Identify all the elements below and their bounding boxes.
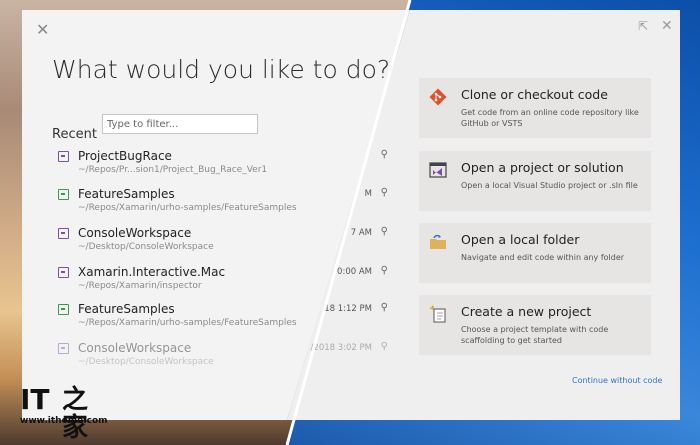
solution-icon	[58, 343, 69, 354]
pin-icon[interactable]: ⚲	[381, 302, 388, 313]
recent-item[interactable]: ProjectBugRace ~/Repos/Pr...sion1/Projec…	[58, 149, 388, 187]
pin-icon[interactable]: ⚲	[381, 341, 388, 352]
recent-item-name: Xamarin.Interactive.Mac	[78, 265, 226, 279]
action-open-folder[interactable]: Open a local folder Navigate and edit co…	[419, 223, 651, 283]
recent-item-time: 18 1:12 PM	[324, 304, 372, 314]
recent-item-path: ~/Desktop/ConsoleWorkspace	[78, 242, 214, 252]
recent-item-name: FeatureSamples	[78, 187, 175, 201]
pin-window-icon[interactable]: ⇱	[638, 19, 648, 33]
folder-icon	[430, 234, 446, 249]
recent-label: Recent	[52, 127, 97, 142]
pin-icon[interactable]: ⚲	[381, 226, 388, 237]
action-title: Open a local folder	[461, 232, 580, 247]
watermark-logo-text: IT	[20, 383, 50, 416]
filter-input[interactable]	[102, 114, 258, 134]
recent-item-time: 0:00 AM	[337, 267, 372, 277]
recent-item-name: ConsoleWorkspace	[78, 341, 192, 355]
recent-item-time: 7 AM	[350, 228, 372, 238]
project-icon	[58, 189, 69, 200]
action-description: Open a local Visual Studio project or .s…	[461, 181, 638, 190]
solution-icon	[58, 228, 69, 239]
recent-item-time: /2018 3:02 PM	[310, 343, 372, 353]
action-title: Open a project or solution	[461, 160, 624, 175]
recent-item[interactable]: FeatureSamples ~/Repos/Xamarin/urho-samp…	[58, 187, 388, 225]
action-description: Navigate and edit code within any folder	[461, 253, 625, 262]
recent-item[interactable]: ConsoleWorkspace ~/Desktop/ConsoleWorksp…	[58, 341, 388, 379]
recent-item-path: ~/Repos/Xamarin/urho-samples/FeatureSamp…	[78, 203, 297, 213]
action-clone-code[interactable]: Clone or checkout code Get code from an …	[419, 78, 651, 138]
pin-icon[interactable]: ⚲	[381, 265, 388, 276]
solution-icon	[58, 267, 69, 278]
project-icon	[58, 304, 69, 315]
recent-item-name: FeatureSamples	[78, 302, 175, 316]
action-create-project[interactable]: Create a new project Choose a project te…	[419, 295, 651, 355]
recent-item-name: ConsoleWorkspace	[78, 226, 192, 240]
new-project-icon	[429, 305, 446, 323]
pin-icon[interactable]: ⚲	[381, 187, 388, 198]
recent-item-path: ~/Desktop/ConsoleWorkspace	[78, 357, 214, 367]
pin-icon[interactable]: ⚲	[381, 149, 388, 160]
action-open-project[interactable]: Open a project or solution Open a local …	[419, 151, 651, 211]
action-description: Choose a project template with code scaf…	[461, 325, 609, 345]
page-title: What would you like to do?	[52, 55, 391, 84]
recent-item-path: ~/Repos/Pr...sion1/Project_Bug_Race_Ver1	[78, 165, 268, 175]
continue-without-code-link[interactable]: Continue without code	[572, 376, 662, 385]
window-close-icon[interactable]: ✕	[661, 18, 673, 34]
recent-item-path: ~/Repos/Xamarin/urho-samples/FeatureSamp…	[78, 318, 297, 328]
visual-studio-icon	[429, 162, 447, 178]
recent-item[interactable]: ConsoleWorkspace ~/Desktop/ConsoleWorksp…	[58, 226, 388, 264]
solution-icon	[58, 151, 69, 162]
recent-item-path: ~/Repos/Xamarin/inspector	[78, 281, 202, 291]
recent-item-name: ProjectBugRace	[78, 149, 172, 163]
start-window: ✕ ⇱ ✕ What would you like to do? Recent …	[22, 10, 680, 420]
action-description: Get code from an online code repository …	[461, 108, 639, 128]
action-title: Clone or checkout code	[461, 87, 608, 102]
recent-item[interactable]: Xamarin.Interactive.Mac ~/Repos/Xamarin/…	[58, 265, 388, 303]
recent-item[interactable]: FeatureSamples ~/Repos/Xamarin/urho-samp…	[58, 302, 388, 340]
recent-item-time: M	[364, 189, 372, 199]
git-icon	[429, 88, 447, 106]
close-icon[interactable]: ✕	[36, 20, 49, 39]
watermark-url: www.ithome.com	[20, 416, 108, 426]
watermark-logo-cjk: 之家	[62, 385, 89, 443]
action-title: Create a new project	[461, 304, 592, 319]
